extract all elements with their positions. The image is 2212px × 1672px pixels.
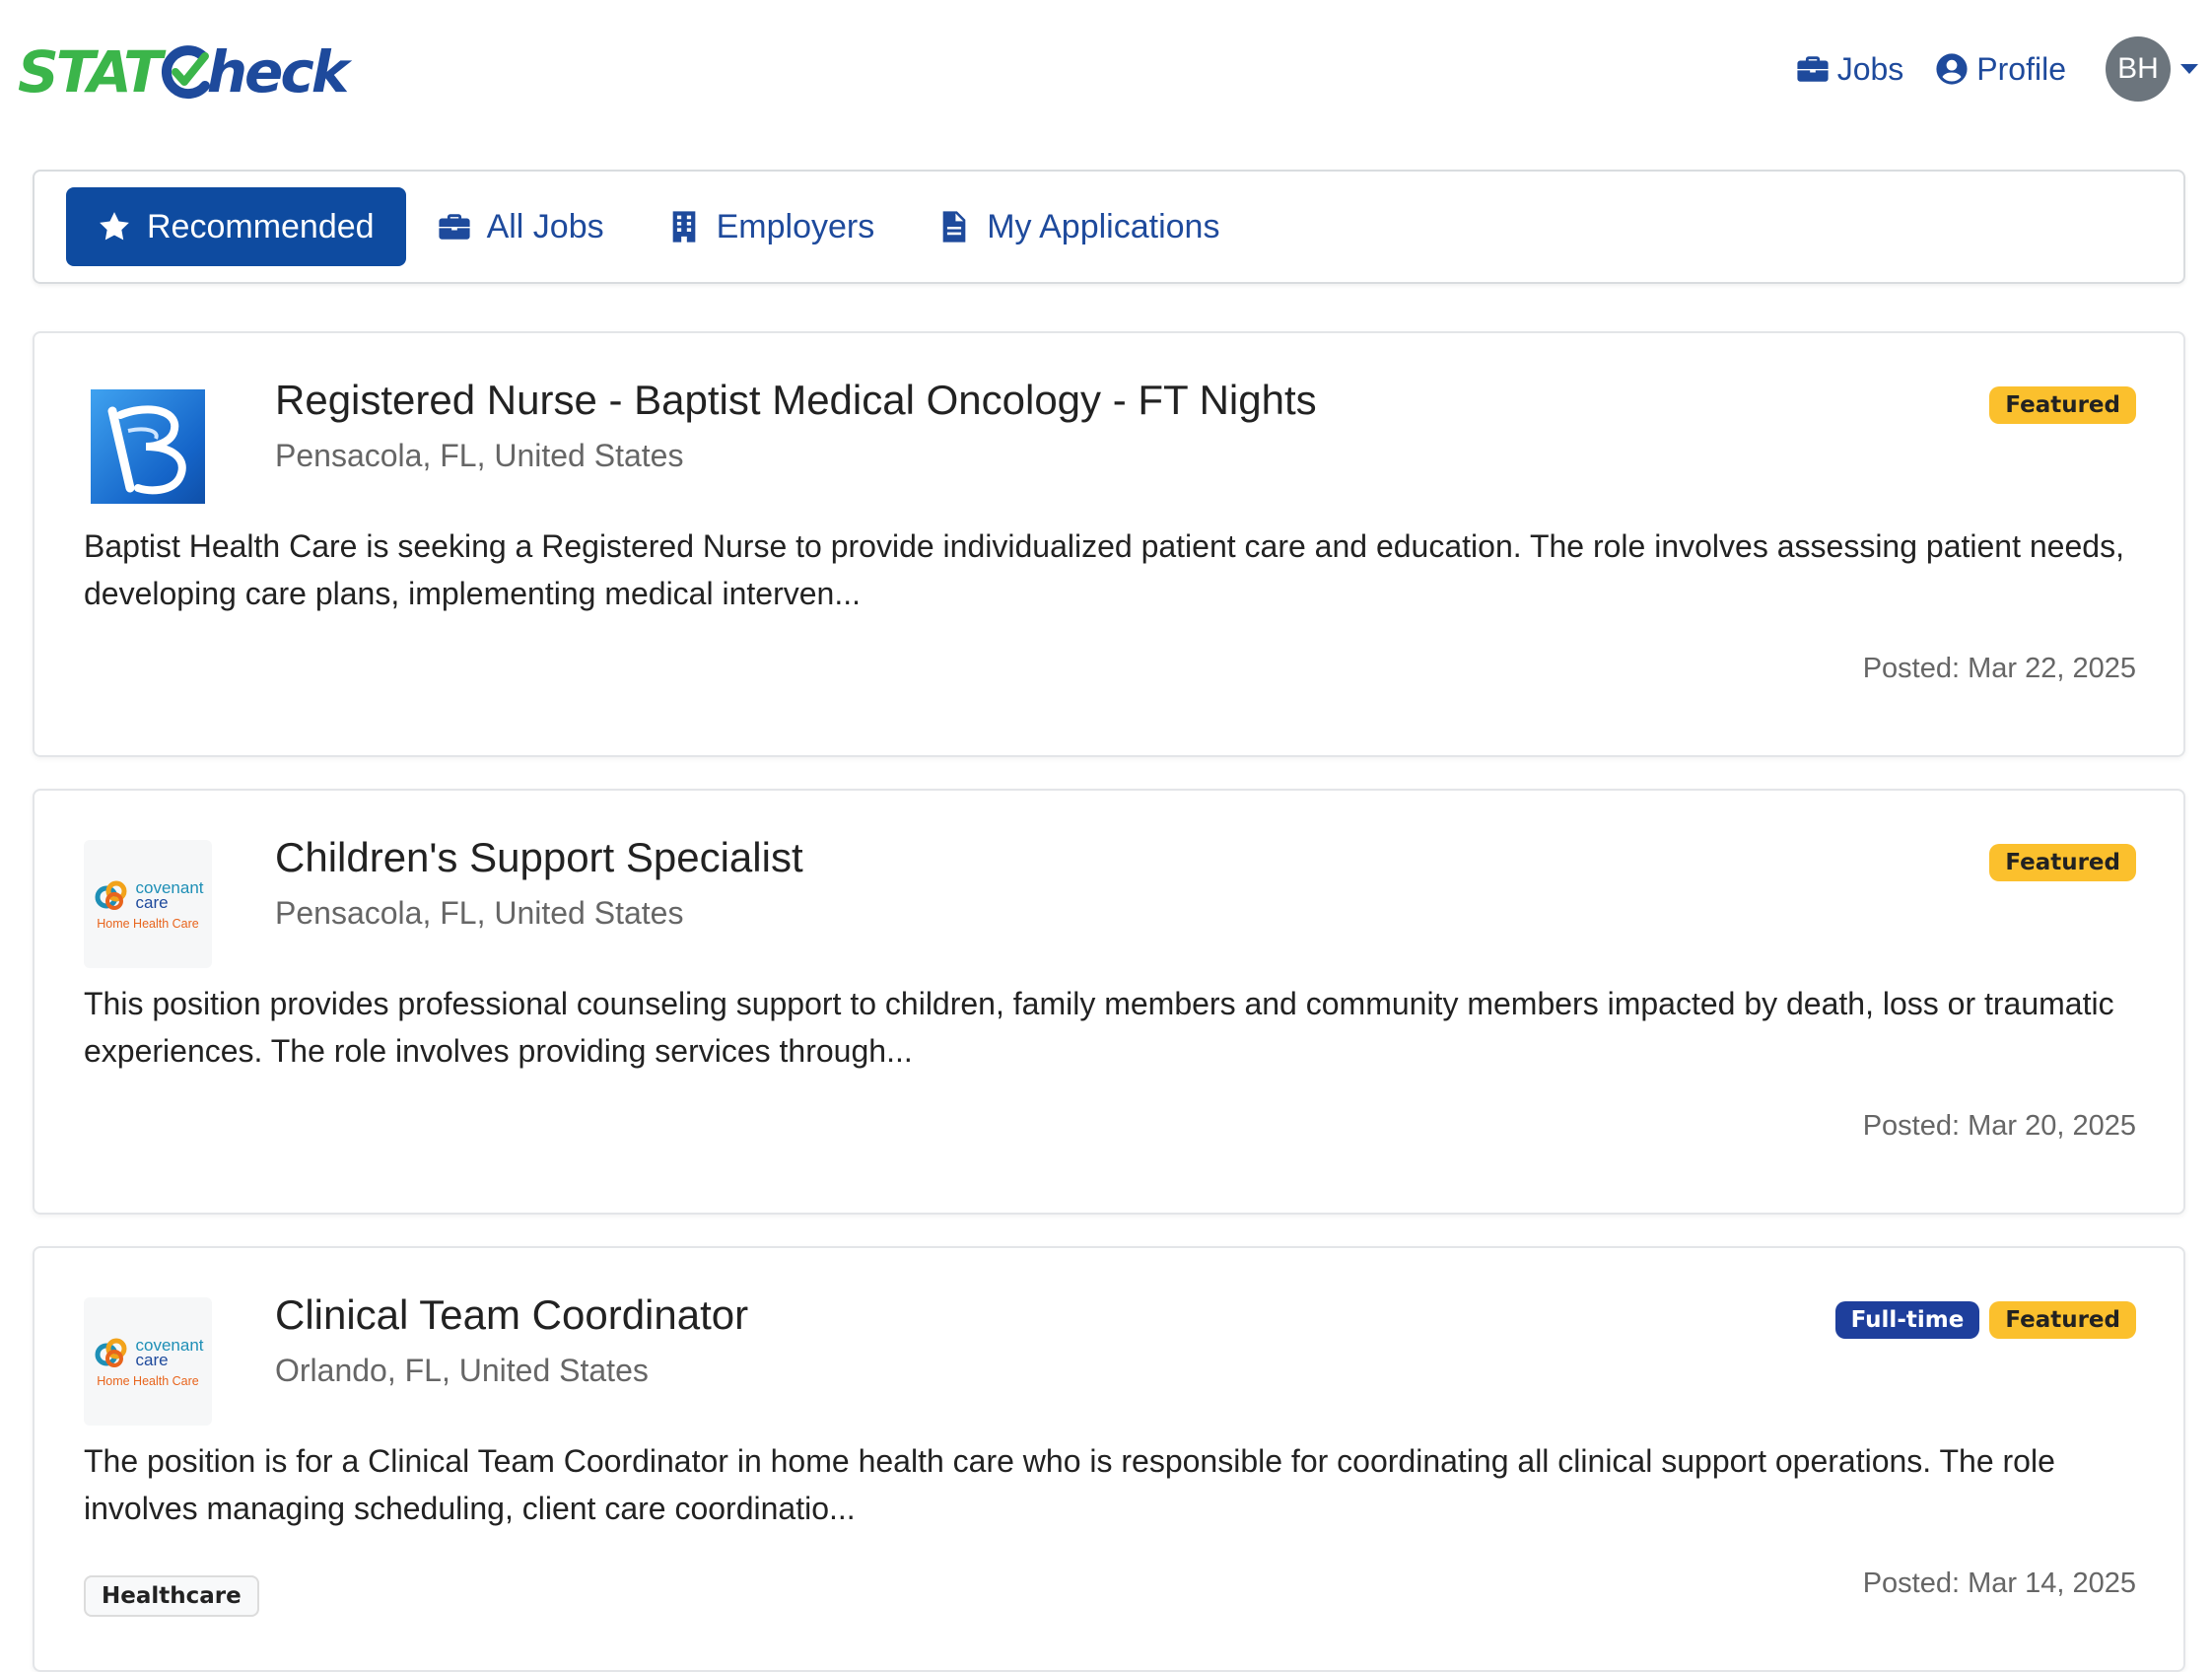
top-header: STAT heck Jobs Profile BH (0, 0, 2212, 138)
tab-recommended-label: Recommended (147, 207, 375, 245)
home-health-logo-text: Home Health Care (97, 917, 199, 931)
chevron-down-icon[interactable] (2180, 64, 2198, 74)
tab-my-applications[interactable]: My Applications (906, 187, 1251, 266)
covenant-knot-icon (95, 1338, 126, 1367)
job-description: The position is for a Clinical Team Coor… (84, 1443, 2055, 1526)
job-description: This position provides professional coun… (84, 986, 2114, 1069)
job-location: Orlando, FL, United States (275, 1353, 649, 1388)
tab-employers-label: Employers (716, 207, 875, 245)
featured-badge: Featured (1989, 844, 2136, 881)
job-location: Pensacola, FL, United States (275, 895, 684, 931)
document-icon (942, 211, 966, 243)
category-tag[interactable]: Healthcare (84, 1575, 259, 1617)
tab-employers[interactable]: Employers (636, 187, 907, 266)
tab-my-applications-label: My Applications (987, 207, 1220, 245)
job-posted-date: Posted: Mar 22, 2025 (1862, 653, 2136, 684)
covenant-care-logo: covenant care Home Health Care (84, 1297, 212, 1426)
tab-all-jobs[interactable]: All Jobs (406, 187, 636, 266)
user-avatar[interactable]: BH (2106, 36, 2171, 102)
fulltime-badge: Full-time (1834, 1301, 1980, 1339)
featured-badge: Featured (1989, 386, 2136, 424)
job-title[interactable]: Children's Support Specialist (275, 834, 803, 881)
job-posted-date: Posted: Mar 20, 2025 (1862, 1110, 2136, 1142)
tab-all-jobs-label: All Jobs (486, 207, 604, 245)
featured-badge: Featured (1989, 1301, 2136, 1339)
building-icon (672, 211, 695, 243)
job-badges: Featured (1979, 844, 2136, 881)
nav-jobs-label: Jobs (1836, 50, 1904, 87)
logo-text-check: heck (206, 38, 350, 105)
job-description: Baptist Health Care is seeking a Registe… (84, 528, 2124, 611)
job-badges: Featured (1979, 386, 2136, 424)
statcheck-logo[interactable]: STAT heck (18, 37, 350, 106)
job-location: Pensacola, FL, United States (275, 438, 684, 473)
covenant-care-logo: covenant care Home Health Care (84, 840, 212, 968)
covenant-knot-icon (95, 880, 126, 910)
baptist-b-icon (107, 405, 186, 495)
logo-check-icon (161, 45, 210, 100)
nav-profile-label: Profile (1976, 50, 2066, 87)
job-tabs-bar: Recommended All Jobs Employers My Applic… (33, 170, 2185, 284)
logo-text-stat: STAT (18, 38, 163, 105)
job-title[interactable]: Registered Nurse - Baptist Medical Oncol… (275, 377, 1317, 424)
home-health-logo-text: Home Health Care (97, 1374, 199, 1388)
briefcase-icon (1797, 56, 1829, 82)
care-logo-text: care (135, 893, 169, 912)
job-posted-date: Posted: Mar 14, 2025 (1862, 1568, 2136, 1599)
care-logo-text: care (135, 1351, 169, 1369)
nav-jobs-link[interactable]: Jobs (1796, 50, 1904, 88)
job-card[interactable]: Registered Nurse - Baptist Medical Oncol… (33, 331, 2185, 757)
briefcase-icon (438, 214, 470, 240)
job-badges: Full-time Featured (1826, 1301, 2136, 1339)
user-circle-icon (1936, 53, 1968, 85)
job-title[interactable]: Clinical Team Coordinator (275, 1291, 748, 1339)
job-card[interactable]: covenant care Home Health Care Clinical … (33, 1246, 2185, 1672)
top-nav: Jobs Profile BH (1796, 35, 2212, 103)
job-card[interactable]: covenant care Home Health Care Children'… (33, 789, 2185, 1215)
baptist-logo (84, 383, 212, 511)
tab-recommended[interactable]: Recommended (66, 187, 406, 266)
star-icon (100, 212, 129, 241)
nav-profile-link[interactable]: Profile (1935, 51, 2066, 88)
